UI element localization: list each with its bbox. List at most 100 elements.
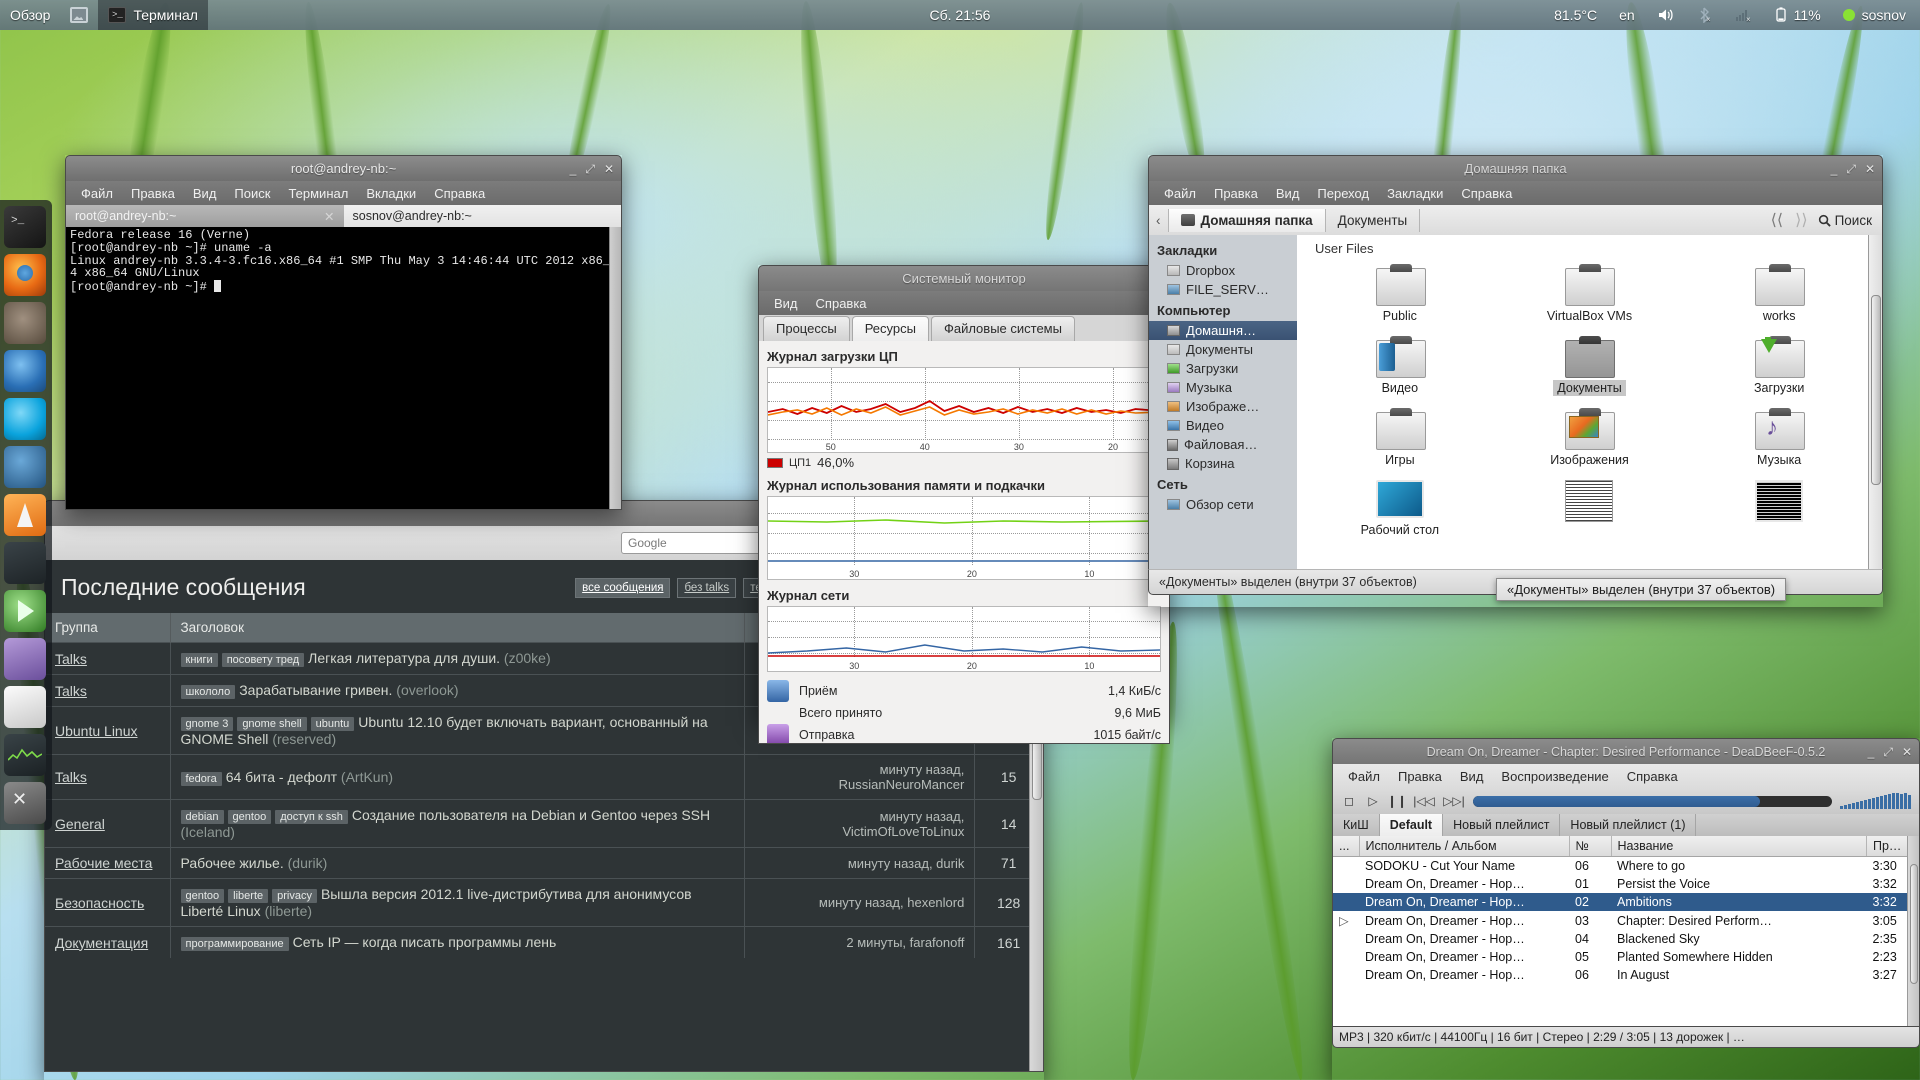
menu-file[interactable]: Файл <box>1155 184 1205 203</box>
menu-view[interactable]: Вид <box>184 184 226 203</box>
dock-item-pidgin[interactable] <box>4 350 46 392</box>
file-item-documents[interactable]: Документы <box>1495 332 1685 404</box>
playlist-tab-new-1[interactable]: Новый плейлист (1) <box>1560 814 1697 836</box>
system-monitor-window[interactable]: Системный монитор Вид Справка Процессы Р… <box>758 265 1170 744</box>
file-view-scrollbar[interactable] <box>1868 235 1882 569</box>
row-group-link[interactable]: Ubuntu Linux <box>55 723 138 739</box>
playlist-row[interactable]: Dream On, Dreamer - Hop… 05 Planted Somewh… <box>1333 948 1919 966</box>
playlist-row[interactable]: Dream On, Dreamer - Hop… 01 Persist the Vo… <box>1333 875 1919 893</box>
sidebar-item-file-server[interactable]: FILE_SERV… <box>1149 280 1297 299</box>
volume-indicator[interactable] <box>1647 0 1685 30</box>
user-menu-button[interactable]: sosnov <box>1833 0 1916 30</box>
menu-terminal[interactable]: Терминал <box>279 184 357 203</box>
row-title[interactable]: Легкая литература для души. <box>308 650 500 666</box>
filter-all-messages[interactable]: все сообщения <box>575 577 671 598</box>
row-tag[interactable]: gentoo <box>227 810 272 824</box>
next-button[interactable]: ▷▷| <box>1443 793 1465 809</box>
row-tag[interactable]: liberte <box>228 889 269 903</box>
dock-item-tools[interactable]: ✕ <box>4 782 46 824</box>
col-track-number[interactable]: № <box>1569 836 1612 857</box>
sidebar-item-music[interactable]: Музыка <box>1149 378 1297 397</box>
row-group-link[interactable]: Talks <box>55 769 87 785</box>
maximize-button[interactable]: ⤢ <box>1846 163 1856 175</box>
terminal-tab-root[interactable]: root@andrey-nb:~ ✕ <box>66 205 344 227</box>
deadbeef-playlist-tabs[interactable]: КиШ Default Новый плейлист Новый плейлис… <box>1332 814 1920 836</box>
playlist-scrollbar[interactable] <box>1907 836 1919 1026</box>
terminal-menubar[interactable]: Файл Правка Вид Поиск Терминал Вкладки С… <box>65 181 622 205</box>
menu-file[interactable]: Файл <box>72 184 122 203</box>
app-menu-terminal[interactable]: >_ Терминал <box>98 0 208 30</box>
row-title[interactable]: Сеть IP — когда писать программы лень <box>293 934 557 950</box>
dock-item-media-player[interactable] <box>4 542 46 584</box>
tab-resources[interactable]: Ресурсы <box>851 316 929 341</box>
row-tag[interactable]: школоло <box>180 685 236 699</box>
terminal-titlebar[interactable]: root@andrey-nb:~ _ ⤢ ✕ <box>65 155 622 181</box>
col-title[interactable]: Название <box>1611 836 1867 857</box>
playlist-tab-new[interactable]: Новый плейлист <box>1443 814 1561 836</box>
playlist-header[interactable]: ... Исполнитель / Альбом № Название Пр… <box>1333 836 1919 857</box>
file-item-public[interactable]: Public <box>1305 260 1495 332</box>
row-title[interactable]: Зарабатывание гривен. <box>239 682 392 698</box>
terminal-window[interactable]: root@andrey-nb:~ _ ⤢ ✕ Файл Правка Вид П… <box>65 155 622 510</box>
row-tag[interactable]: debian <box>180 810 224 824</box>
row-title[interactable]: Создание пользователя на Debian и Gentoo… <box>352 807 710 823</box>
file-manager-window-buttons[interactable]: _ ⤢ ✕ <box>1831 156 1875 182</box>
row-group-link[interactable]: Рабочие места <box>55 855 152 871</box>
dock-item-gparted[interactable] <box>4 590 46 632</box>
minimize-button[interactable]: _ <box>570 163 577 175</box>
system-monitor-tabs[interactable]: Процессы Ресурсы Файловые системы <box>758 315 1170 341</box>
close-button[interactable]: ✕ <box>1865 163 1875 175</box>
tab-processes[interactable]: Процессы <box>763 316 850 341</box>
file-manager-sidebar[interactable]: Закладки Dropbox FILE_SERV… Компьютер До… <box>1149 235 1297 569</box>
menu-edit[interactable]: Правка <box>122 184 184 203</box>
col-artist-album[interactable]: Исполнитель / Альбом <box>1359 836 1570 857</box>
keyboard-layout-indicator[interactable]: en <box>1609 0 1645 30</box>
row-group-link[interactable]: Talks <box>55 683 87 699</box>
row-group-link[interactable]: Talks <box>55 651 87 667</box>
dock-item-documents[interactable] <box>4 686 46 728</box>
menu-edit[interactable]: Правка <box>1389 767 1451 786</box>
deadbeef-toolbar[interactable]: ◻ ▷ ❙❙ |◁◁ ▷▷| <box>1332 788 1920 814</box>
menu-file[interactable]: Файл <box>1339 767 1389 786</box>
row-tag[interactable]: gnome shell <box>237 717 307 731</box>
row-tag[interactable]: доступ к ssh <box>275 810 348 824</box>
table-row[interactable]: Рабочие места Рабочее жилье. (durik) мин… <box>45 847 1043 879</box>
prev-button[interactable]: |◁◁ <box>1413 793 1435 809</box>
back-icon[interactable]: ⟨⟨ <box>1765 210 1789 230</box>
menu-go[interactable]: Переход <box>1308 184 1378 203</box>
table-row[interactable]: Безопасность gentoo liberte privacy Вышла в… <box>45 878 1043 927</box>
dock-item-skype[interactable] <box>4 398 46 440</box>
breadcrumb-documents[interactable]: Документы <box>1326 208 1421 232</box>
temperature-indicator[interactable]: 81.5°C <box>1544 0 1607 30</box>
minimize-button[interactable]: _ <box>1831 163 1838 175</box>
deadbeef-menubar[interactable]: Файл Правка Вид Воспроизведение Справка <box>1332 764 1920 788</box>
file-manager-menubar[interactable]: Файл Правка Вид Переход Закладки Справка <box>1148 181 1883 205</box>
pause-button[interactable]: ❙❙ <box>1387 793 1407 809</box>
menu-view[interactable]: Вид <box>1451 767 1493 786</box>
dock-item-image-viewer[interactable] <box>4 638 46 680</box>
menu-tabs[interactable]: Вкладки <box>357 184 425 203</box>
file-manager-pathbar[interactable]: ‹ Домашняя папка Документы ⟨⟨ ⟩⟩ Поиск <box>1148 205 1883 235</box>
row-tag[interactable]: посовету тред <box>221 653 305 667</box>
scrollbar-thumb[interactable] <box>1871 295 1881 485</box>
scrollbar-thumb[interactable] <box>1910 864 1918 984</box>
playlist-row-playing[interactable]: ▷ Dream On, Dreamer - Hop… 03 Chapter: Desi… <box>1333 911 1919 930</box>
playlist-row[interactable]: Dream On, Dreamer - Hop… 04 Blackened Sky 2… <box>1333 930 1919 948</box>
playlist-row[interactable]: SODOKU - Cut Your Name 06 Where to go 3:30 <box>1333 857 1919 876</box>
file-item-terminal-thumb[interactable] <box>1684 476 1874 546</box>
row-group-link[interactable]: General <box>55 816 105 832</box>
menu-help[interactable]: Справка <box>1618 767 1687 786</box>
file-item-works[interactable]: works <box>1684 260 1874 332</box>
search-button[interactable]: Поиск <box>1814 213 1882 228</box>
pathbar-prev-icon[interactable]: ‹ <box>1149 213 1168 228</box>
file-item-virtualbox-vms[interactable]: VirtualBox VMs <box>1495 260 1685 332</box>
network-indicator[interactable]: × <box>1725 0 1763 30</box>
sidebar-item-dropbox[interactable]: Dropbox <box>1149 261 1297 280</box>
row-title[interactable]: Рабочее жилье. <box>181 855 284 871</box>
bluetooth-indicator[interactable]: × <box>1687 0 1723 30</box>
sidebar-item-video[interactable]: Видео <box>1149 416 1297 435</box>
terminal-tab-sosnov[interactable]: sosnov@andrey-nb:~ ✕ <box>343 205 621 227</box>
seek-slider[interactable] <box>1473 795 1832 807</box>
image-indicator[interactable] <box>60 0 98 30</box>
sidebar-item-downloads[interactable]: Загрузки <box>1149 359 1297 378</box>
